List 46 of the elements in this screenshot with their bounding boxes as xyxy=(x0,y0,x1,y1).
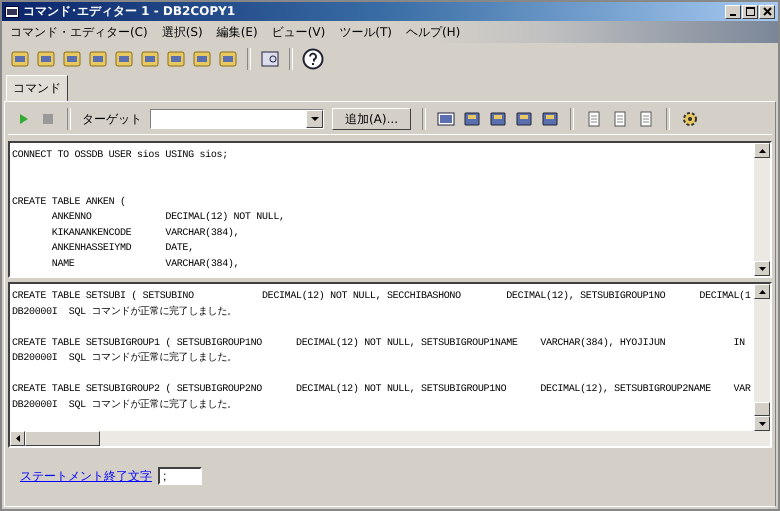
down-arrow-icon xyxy=(758,266,766,270)
maximize-icon xyxy=(746,7,754,16)
down-arrow-icon xyxy=(758,422,766,426)
dropdown-arrow-icon xyxy=(310,116,318,122)
window-title: コマンド･エディター 1 - DB2COPY1 xyxy=(23,3,236,20)
menu-item[interactable]: ヘルプ(H) xyxy=(406,24,460,40)
menu-item[interactable]: 選択(S) xyxy=(162,24,203,40)
output-line: DB20000I SQL コマンドが正常に完了しました。 xyxy=(12,398,238,412)
output-line: DB20000I SQL コマンドが正常に完了しました。 xyxy=(12,304,238,320)
scrollbar-thumb[interactable] xyxy=(754,402,770,416)
code-line: KIKANANKENCODE VARCHAR(384), xyxy=(50,226,240,240)
up-arrow-icon xyxy=(758,290,766,294)
gear-icon[interactable] xyxy=(681,110,700,128)
target-label: ターゲット xyxy=(82,110,142,128)
close-icon xyxy=(762,7,772,16)
output-line: CREATE TABLE SETSUBI ( SETSUBINO DECIMAL(12) NOT NULL, SECCHIBASHONO DECIMAL(12), SETSUBIGROUP1NO DECIMAL(1 xyxy=(12,290,752,304)
code-line: ANKENHASSEIYMD DATE, xyxy=(50,242,195,256)
add-button[interactable]: 追加(A)... xyxy=(332,108,412,130)
minimize-button[interactable] xyxy=(725,4,741,18)
left-arrow-icon xyxy=(16,435,20,442)
target-dropdown[interactable] xyxy=(150,109,324,129)
panel-icon[interactable] xyxy=(260,49,280,69)
code-line: CREATE TABLE ANKEN ( xyxy=(12,196,127,210)
horizontal-scrollbar[interactable] xyxy=(10,431,770,446)
editor-pane[interactable]: CONNECT TO OSSDB USER sios USING sios; CREATE TABLE ANKEN ( ANKENNO DECIMAL(12) NOT NULL, KIKANANKENCODE VARCHAR(384), ANKENHASSEIYMD DATE, NAME VARCHAR(384), xyxy=(8,141,772,278)
tab[interactable]: コマンド xyxy=(6,75,68,101)
code-line: CONNECT TO OSSDB USER sios USING sios; xyxy=(12,148,229,163)
vertical-scrollbar[interactable] xyxy=(754,143,770,276)
output-line: CREATE TABLE SETSUBIGROUP2 ( SETSUBIGROUP2NO DECIMAL(12) NOT NULL, SETSUBIGROUP1NO DECIMAL(12), SETSUBIGROUP2NAME VAR xyxy=(12,382,752,397)
terminator-field[interactable]: ; xyxy=(158,467,202,485)
menu-item[interactable]: コマンド・エディター(C) xyxy=(10,24,148,40)
code-line: ANKENNO DECIMAL(12) NOT NULL, xyxy=(50,210,286,225)
statement-terminator-link[interactable]: ステートメント終了文字 xyxy=(20,468,152,484)
output-line: CREATE TABLE SETSUBIGROUP1 ( SETSUBIGROUP1NO DECIMAL(12) NOT NULL, SETSUBIGROUP1NAME VARCHAR(384), HYOJIJUN IN xyxy=(12,336,746,350)
help-icon[interactable] xyxy=(302,48,324,70)
up-arrow-icon xyxy=(758,148,766,152)
scrollbar-thumb[interactable] xyxy=(25,431,100,446)
vertical-scrollbar[interactable] xyxy=(754,284,770,431)
close-button[interactable] xyxy=(759,4,775,18)
menu-item[interactable]: ツール(T) xyxy=(339,24,392,40)
code-line: NAME VARCHAR(384), xyxy=(50,258,240,272)
output-line: DB20000I SQL コマンドが正常に完了しました。 xyxy=(12,351,238,366)
maximize-button[interactable] xyxy=(742,4,758,18)
menu-item[interactable]: ビュー(V) xyxy=(272,24,326,40)
minimize-icon xyxy=(730,14,736,16)
menu-item[interactable]: 編集(E) xyxy=(216,24,258,40)
